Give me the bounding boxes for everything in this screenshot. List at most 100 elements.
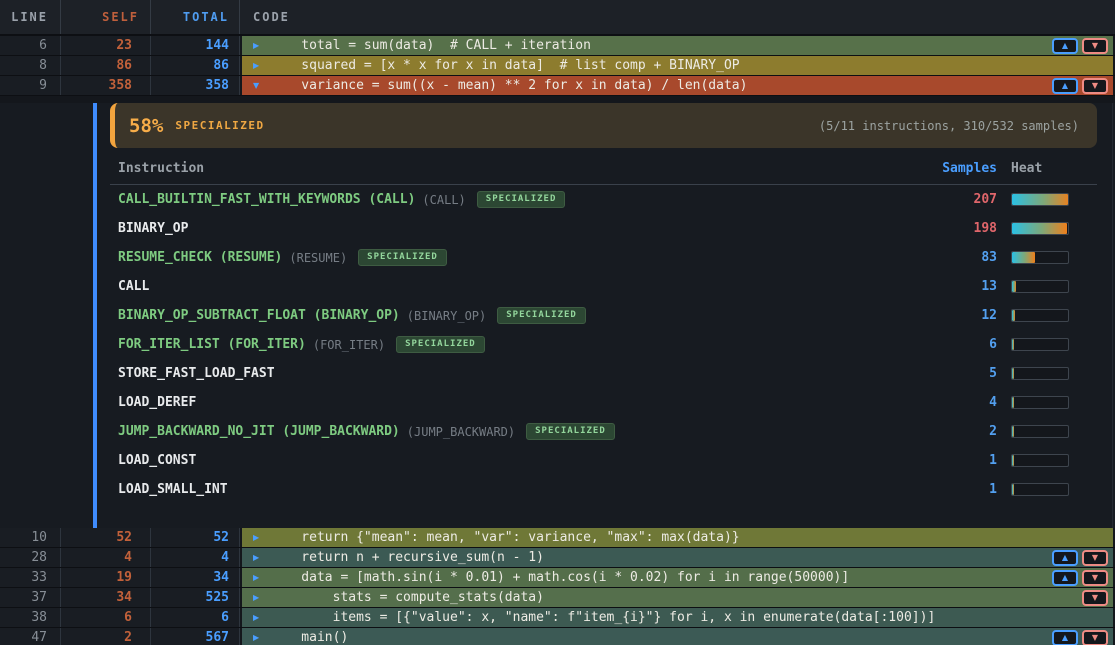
heat-bar-fill xyxy=(1012,426,1014,437)
jump-up-button[interactable]: ▲ xyxy=(1052,570,1078,586)
instruction-row: BINARY_OP 198 xyxy=(110,214,1097,243)
code-text: items = [{"value": x, "name": f"item_{i}… xyxy=(270,610,935,625)
expand-arrow-icon[interactable]: ▼ xyxy=(253,81,263,90)
heat-bar-track xyxy=(1011,280,1069,293)
self-samples: 34 xyxy=(61,588,151,607)
self-samples: 23 xyxy=(61,36,151,55)
expand-arrow-icon[interactable]: ▶ xyxy=(253,41,263,50)
code-text: data = [math.sin(i * 0.01) + math.cos(i … xyxy=(270,570,849,585)
code-cell[interactable]: ▶ items = [{"value": x, "name": f"item_{… xyxy=(242,608,1113,627)
instruction-samples: 13 xyxy=(877,279,997,294)
nav-buttons: ▲▼ xyxy=(1052,550,1113,566)
instruction-row: BINARY_OP_SUBTRACT_FLOAT (BINARY_OP) (BI… xyxy=(110,301,1097,330)
instruction-name: BINARY_OP_SUBTRACT_FLOAT (BINARY_OP) xyxy=(118,308,400,323)
heat-bar-fill xyxy=(1012,194,1069,205)
instruction-name: LOAD_CONST xyxy=(118,453,196,468)
heat-bar-track xyxy=(1011,193,1069,206)
heat-bar-track xyxy=(1011,454,1069,467)
expand-arrow-icon[interactable]: ▶ xyxy=(253,553,263,562)
code-cell[interactable]: ▶ return {"mean": mean, "var": variance,… xyxy=(242,528,1113,547)
heat-bar-track xyxy=(1011,425,1069,438)
heat-bar-fill xyxy=(1012,339,1014,350)
instruction-row: STORE_FAST_LOAD_FAST 5 xyxy=(110,359,1097,388)
instruction-heat-cell xyxy=(997,251,1097,264)
specialization-summary: (5/11 instructions, 310/532 samples) xyxy=(819,119,1079,133)
jump-up-button[interactable]: ▲ xyxy=(1052,630,1078,645)
heat-bar-track xyxy=(1011,222,1069,235)
line-number: 47 xyxy=(0,628,61,645)
code-line-row: 28 4 4 ▶ return n + recursive_sum(n - 1)… xyxy=(0,548,1115,568)
code-cell[interactable]: ▶ stats = compute_stats(data) ▼ xyxy=(242,588,1113,607)
line-number: 9 xyxy=(0,76,61,95)
nav-buttons: ▲▼ xyxy=(1052,38,1113,54)
expand-arrow-icon[interactable]: ▶ xyxy=(253,533,263,542)
code-cell[interactable]: ▶ return n + recursive_sum(n - 1) ▲▼ xyxy=(242,548,1113,567)
jump-down-button[interactable]: ▼ xyxy=(1082,550,1108,566)
instruction-row: CALL_BUILTIN_FAST_WITH_KEYWORDS (CALL) (… xyxy=(110,185,1097,214)
nav-buttons: ▼ xyxy=(1082,590,1113,606)
code-cell[interactable]: ▼ variance = sum((x - mean) ** 2 for x i… xyxy=(242,76,1113,95)
instruction-heat-cell xyxy=(997,193,1097,206)
instruction-samples: 207 xyxy=(877,192,997,207)
specialized-label: SPECIALIZED xyxy=(175,119,264,132)
jump-down-button[interactable]: ▼ xyxy=(1082,590,1108,606)
jump-up-button[interactable]: ▲ xyxy=(1052,38,1078,54)
instruction-samples: 198 xyxy=(877,221,997,236)
instruction-base-opcode: (JUMP_BACKWARD) xyxy=(407,425,515,439)
instruction-row: RESUME_CHECK (RESUME) (RESUME) SPECIALIZ… xyxy=(110,243,1097,272)
expand-arrow-icon[interactable]: ▶ xyxy=(253,573,263,582)
specialized-percent: 58% xyxy=(129,115,163,137)
samples-column-header[interactable]: Samples xyxy=(877,161,997,176)
code-text: main() xyxy=(270,630,348,645)
code-text: variance = sum((x - mean) ** 2 for x in … xyxy=(270,78,747,93)
instruction-heat-cell xyxy=(997,367,1097,380)
column-header-line: LINE xyxy=(0,0,61,34)
total-samples: 52 xyxy=(151,528,240,547)
jump-down-button[interactable]: ▼ xyxy=(1082,630,1108,645)
table-header: LINE SELF TOTAL CODE xyxy=(0,0,1115,36)
code-cell[interactable]: ▶ main() ▲▼ xyxy=(242,628,1113,645)
self-samples: 358 xyxy=(61,76,151,95)
heat-bar-fill xyxy=(1012,223,1067,234)
nav-buttons: ▲▼ xyxy=(1052,630,1113,645)
instruction-name-cell: LOAD_DEREF xyxy=(110,395,877,410)
instruction-row: CALL 13 xyxy=(110,272,1097,301)
expand-arrow-icon[interactable]: ▶ xyxy=(253,593,263,602)
expand-arrow-icon[interactable]: ▶ xyxy=(253,633,263,642)
jump-up-button[interactable]: ▲ xyxy=(1052,78,1078,94)
instruction-samples: 12 xyxy=(877,308,997,323)
jump-down-button[interactable]: ▼ xyxy=(1082,78,1108,94)
instruction-heat-cell xyxy=(997,309,1097,322)
instruction-samples: 1 xyxy=(877,482,997,497)
instruction-name-cell: LOAD_SMALL_INT xyxy=(110,482,877,497)
instruction-name-cell: RESUME_CHECK (RESUME) (RESUME) SPECIALIZ… xyxy=(110,249,877,266)
instruction-table-header: Instruction Samples Heat xyxy=(110,160,1097,185)
jump-down-button[interactable]: ▼ xyxy=(1082,38,1108,54)
instruction-name-cell: BINARY_OP xyxy=(110,221,877,236)
code-line-row: 10 52 52 ▶ return {"mean": mean, "var": … xyxy=(0,528,1115,548)
self-samples: 52 xyxy=(61,528,151,547)
code-cell[interactable]: ▶ total = sum(data) # CALL + iteration ▲… xyxy=(242,36,1113,55)
jump-up-button[interactable]: ▲ xyxy=(1052,550,1078,566)
total-samples: 567 xyxy=(151,628,240,645)
jump-down-button[interactable]: ▼ xyxy=(1082,570,1108,586)
heat-bar-fill xyxy=(1012,310,1015,321)
profiler-view: LINE SELF TOTAL CODE 6 23 144 ▶ total = … xyxy=(0,0,1115,645)
expand-arrow-icon[interactable]: ▶ xyxy=(253,61,263,70)
instruction-name: BINARY_OP xyxy=(118,221,188,236)
column-header-total[interactable]: TOTAL xyxy=(151,0,240,34)
instruction-name: LOAD_DEREF xyxy=(118,395,196,410)
instruction-name: STORE_FAST_LOAD_FAST xyxy=(118,366,275,381)
heat-bar-track xyxy=(1011,309,1069,322)
bottom-code-rows: 10 52 52 ▶ return {"mean": mean, "var": … xyxy=(0,528,1115,645)
code-text: stats = compute_stats(data) xyxy=(270,590,544,605)
total-samples: 358 xyxy=(151,76,240,95)
line-number: 38 xyxy=(0,608,61,627)
code-line-row: 37 34 525 ▶ stats = compute_stats(data) … xyxy=(0,588,1115,608)
expand-arrow-icon[interactable]: ▶ xyxy=(253,613,263,622)
code-cell[interactable]: ▶ squared = [x * x for x in data] # list… xyxy=(242,56,1113,75)
code-cell[interactable]: ▶ data = [math.sin(i * 0.01) + math.cos(… xyxy=(242,568,1113,587)
instruction-name-cell: STORE_FAST_LOAD_FAST xyxy=(110,366,877,381)
column-header-self[interactable]: SELF xyxy=(61,0,151,34)
self-samples: 2 xyxy=(61,628,151,645)
